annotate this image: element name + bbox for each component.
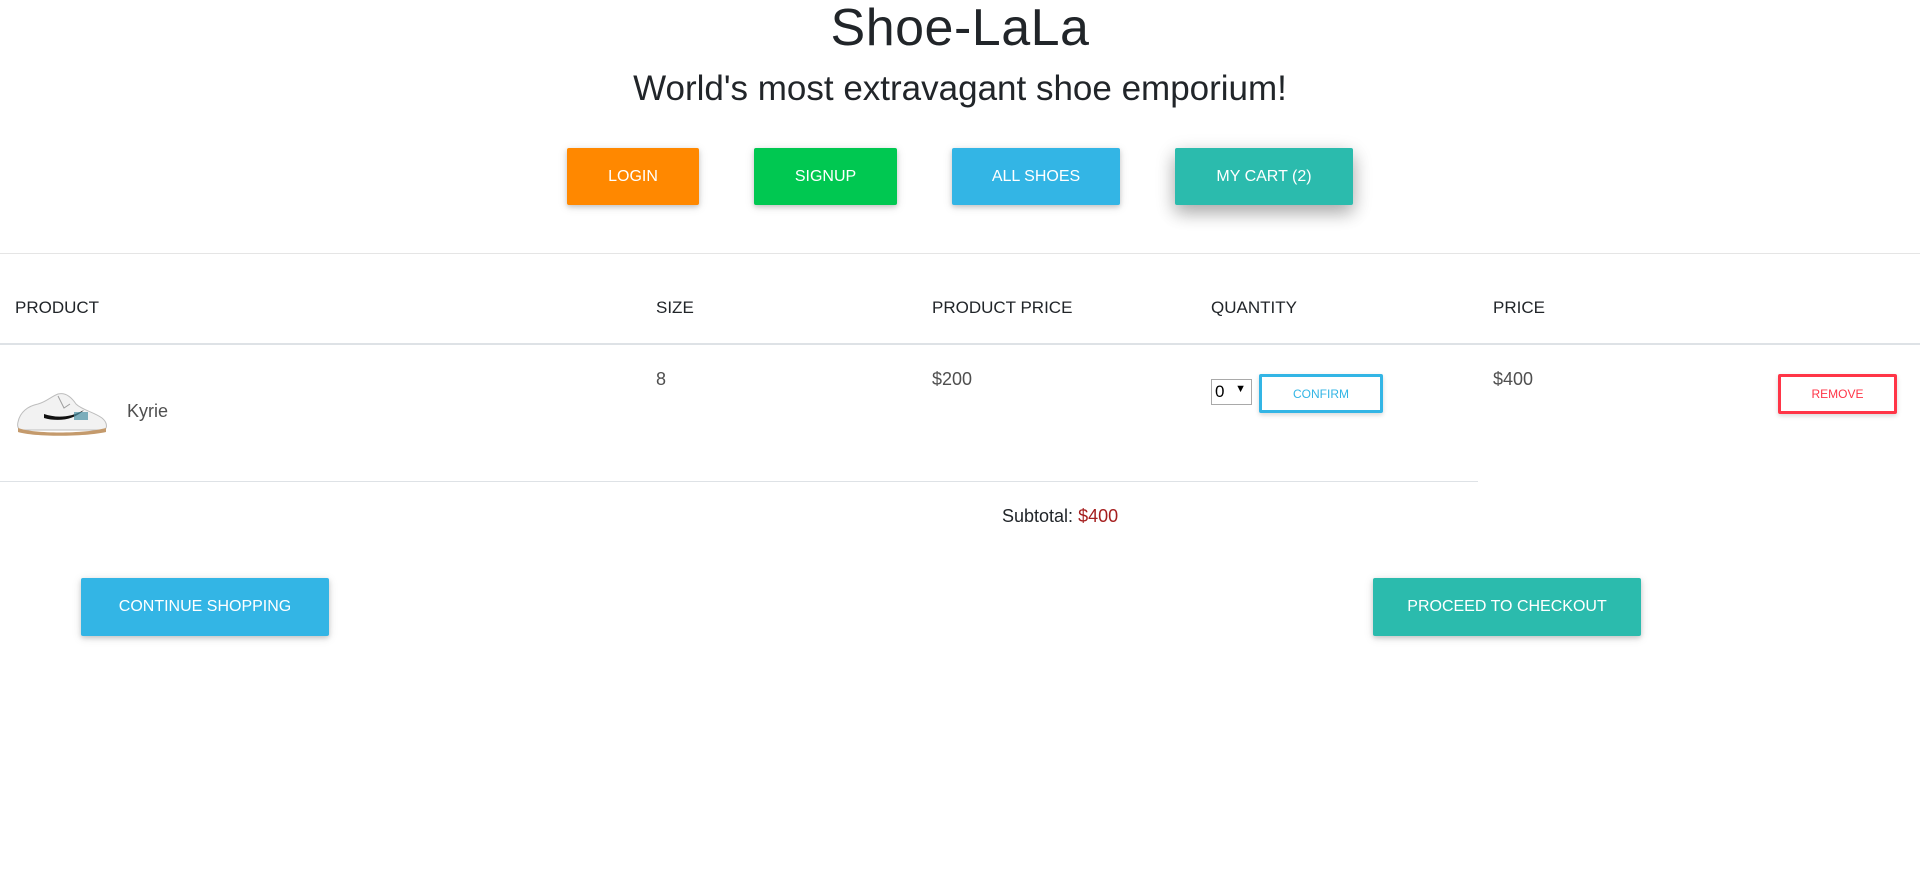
header-product-price: PRODUCT PRICE <box>932 298 1073 317</box>
product-unit-price: $200 <box>932 369 973 389</box>
subtotal-amount: $400 <box>1078 506 1119 526</box>
signup-button[interactable]: SIGNUP <box>754 148 897 205</box>
header-divider <box>0 343 1920 345</box>
header-price: PRICE <box>1493 298 1545 317</box>
top-divider <box>0 253 1920 254</box>
header-product: PRODUCT <box>15 298 100 317</box>
continue-shopping-button[interactable]: CONTINUE SHOPPING <box>81 578 329 636</box>
product-name[interactable]: Kyrie <box>127 401 168 422</box>
subtotal: Subtotal: $400 <box>1002 506 1118 527</box>
row-divider <box>0 481 1478 482</box>
remove-button[interactable]: REMOVE <box>1778 374 1897 414</box>
shoe-thumbnail <box>17 393 107 436</box>
product-size: 8 <box>656 369 667 389</box>
header-size: SIZE <box>656 298 694 317</box>
quantity-select[interactable]: 0 ▼ <box>1211 379 1252 405</box>
my-cart-button[interactable]: MY CART (2) <box>1175 148 1353 205</box>
line-total-price: $400 <box>1493 369 1534 389</box>
site-title: Shoe-LaLa <box>830 0 1090 57</box>
proceed-to-checkout-button[interactable]: PROCEED TO CHECKOUT <box>1373 578 1641 636</box>
login-button[interactable]: LOGIN <box>567 148 699 205</box>
subtotal-label: Subtotal: <box>1002 506 1074 526</box>
header-quantity: QUANTITY <box>1211 298 1297 317</box>
all-shoes-button[interactable]: ALL SHOES <box>952 148 1120 205</box>
dropdown-arrow-icon: ▼ <box>1235 383 1246 395</box>
confirm-button[interactable]: CONFIRM <box>1259 374 1383 413</box>
quantity-value: 0 <box>1215 382 1225 401</box>
site-subtitle: World's most extravagant shoe emporium! <box>633 69 1287 108</box>
